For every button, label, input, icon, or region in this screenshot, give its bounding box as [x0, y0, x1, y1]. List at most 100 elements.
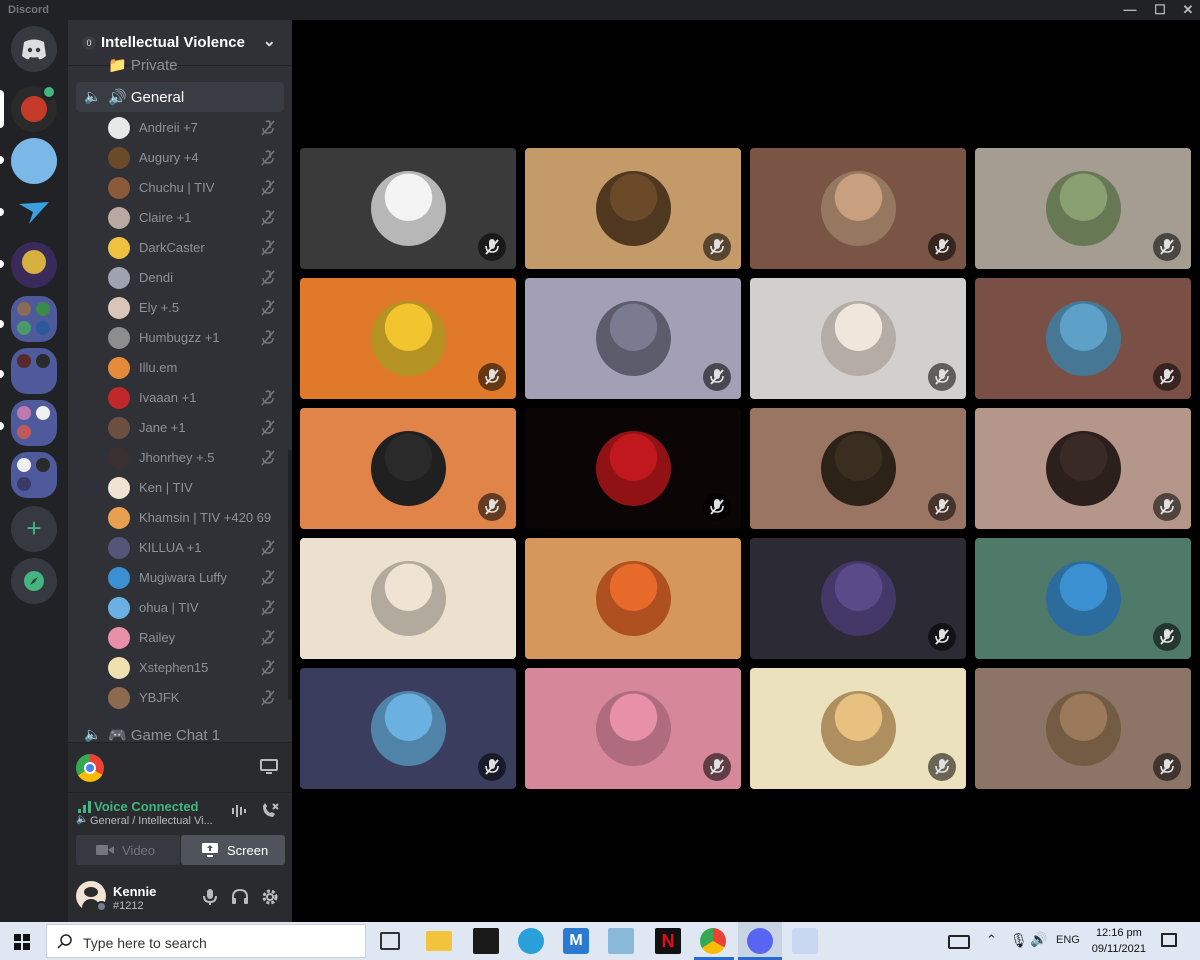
voice-user[interactable]: Xstephen15 — [108, 653, 284, 683]
taskbar-search[interactable]: Type here to search — [46, 924, 366, 958]
server-folder-2[interactable] — [11, 348, 57, 394]
voice-user[interactable]: Claire +1 — [108, 203, 284, 233]
voice-status[interactable]: Voice Connected — [94, 799, 199, 814]
participant-tile[interactable] — [525, 408, 741, 529]
video-button[interactable]: Video — [76, 835, 180, 865]
participant-tile[interactable] — [975, 408, 1191, 529]
voice-user[interactable]: Khamsin | TIV +420 69 — [108, 503, 284, 533]
participant-tile[interactable] — [525, 278, 741, 399]
channel-private[interactable]: 📁 Private — [76, 56, 284, 74]
participant-tile[interactable] — [300, 278, 516, 399]
participant-tile[interactable] — [525, 668, 741, 789]
participant-tile[interactable] — [975, 148, 1191, 269]
participant-tile[interactable] — [975, 668, 1191, 789]
voice-user[interactable]: ohua | TIV — [108, 593, 284, 623]
battery-icon[interactable] — [948, 935, 970, 949]
discord-taskbar-icon[interactable] — [747, 928, 773, 954]
headphones-icon[interactable] — [231, 888, 249, 906]
chrome-icon[interactable] — [700, 928, 726, 954]
app-icon[interactable] — [608, 928, 634, 954]
voice-user[interactable]: Humbugzz +1 — [108, 323, 284, 353]
voice-user[interactable]: YBJFK — [108, 683, 284, 713]
participant-tile[interactable] — [975, 538, 1191, 659]
voice-user[interactable]: Ken | TIV — [108, 473, 284, 503]
participant-tile[interactable] — [750, 408, 966, 529]
chevron-up-icon[interactable]: ⌃ — [986, 932, 997, 948]
notification-icon[interactable] — [1161, 933, 1177, 947]
voice-user[interactable]: KILLUA +1 — [108, 533, 284, 563]
gear-icon[interactable] — [261, 888, 279, 906]
voice-user[interactable]: Ivaaan +1 — [108, 383, 284, 413]
language-indicator[interactable]: ENG — [1056, 934, 1080, 946]
participant-tile[interactable] — [525, 148, 741, 269]
disconnect-icon[interactable] — [260, 802, 280, 820]
voice-location[interactable]: General / Intellectual Vi... — [90, 815, 213, 827]
participant-tile[interactable] — [300, 538, 516, 659]
muted-icon — [703, 233, 731, 261]
server-3[interactable] — [11, 190, 57, 236]
voice-user[interactable]: Ely +.5 — [108, 293, 284, 323]
voice-user[interactable]: Andreii +7 — [108, 113, 284, 143]
paint-icon[interactable] — [792, 928, 818, 954]
muted-icon — [260, 600, 276, 616]
microphone-icon[interactable] — [203, 888, 217, 906]
muted-icon — [478, 233, 506, 261]
voice-user[interactable]: Railey — [108, 623, 284, 653]
server-intellectual-violence[interactable] — [11, 84, 57, 132]
server-global[interactable] — [11, 242, 57, 288]
server-folder-4[interactable] — [11, 452, 57, 498]
avatar — [1046, 301, 1121, 376]
channel-sidebar: 0 Intellectual Violence ⌄ 📁 Private 🔈 🔊 … — [68, 20, 292, 922]
participant-tile[interactable] — [300, 668, 516, 789]
voice-user[interactable]: Mugiwara Luffy — [108, 563, 284, 593]
server-folder-3[interactable] — [11, 400, 57, 446]
participant-tile[interactable] — [300, 408, 516, 529]
explore-servers-button[interactable] — [11, 558, 57, 604]
store-app-icon[interactable] — [473, 928, 499, 954]
muted-icon — [260, 120, 276, 136]
volume-icon[interactable]: 🔊 — [1030, 931, 1047, 948]
voice-user[interactable]: Augury +4 — [108, 143, 284, 173]
server-2[interactable] — [11, 138, 57, 184]
add-server-button[interactable]: + — [11, 506, 57, 552]
voice-user[interactable]: Illu.em — [108, 353, 284, 383]
file-explorer-icon[interactable] — [426, 931, 452, 951]
avatar — [108, 597, 130, 619]
voice-user[interactable]: Jane +1 — [108, 413, 284, 443]
clock-time: 12:16 pm — [1095, 927, 1142, 939]
muted-icon — [260, 690, 276, 706]
channel-general[interactable]: 🔈 🔊 General — [76, 82, 284, 112]
chevron-down-icon[interactable]: ⌄ — [263, 31, 276, 51]
participant-tile[interactable] — [750, 278, 966, 399]
participant-tile[interactable] — [750, 538, 966, 659]
screen-button[interactable]: Screen — [181, 835, 285, 865]
participant-tile[interactable] — [750, 668, 966, 789]
speaker-icon: 🔈 — [76, 814, 89, 825]
avatar[interactable] — [76, 881, 107, 912]
task-view-icon[interactable] — [380, 932, 400, 950]
server-folder-1[interactable] — [11, 296, 57, 342]
microphone-tray-icon[interactable]: 🎙 — [1010, 932, 1028, 949]
clock[interactable]: 12:16 pm 09/11/2021 — [1092, 925, 1146, 957]
m-app-icon[interactable]: M — [563, 928, 589, 954]
voice-user[interactable]: Jhonrhey +.5 — [108, 443, 284, 473]
discord-home-button[interactable] — [11, 26, 57, 72]
telegram-icon[interactable] — [518, 928, 544, 954]
participant-tile[interactable] — [525, 538, 741, 659]
participant-tile[interactable] — [750, 148, 966, 269]
maximize-button[interactable]: ☐ — [1150, 2, 1170, 18]
windows-start-icon[interactable] — [14, 934, 30, 950]
voice-user[interactable]: Chuchu | TIV — [108, 173, 284, 203]
chrome-icon — [76, 754, 104, 782]
voice-user[interactable]: Dendi — [108, 263, 284, 293]
participant-tile[interactable] — [975, 278, 1191, 399]
noise-suppression-icon[interactable] — [230, 803, 248, 819]
screen-share-icon[interactable] — [260, 759, 278, 775]
participant-tile[interactable] — [300, 148, 516, 269]
voice-user[interactable]: DarkCaster — [108, 233, 284, 263]
close-window-button[interactable]: ✕ — [1178, 2, 1198, 18]
avatar — [371, 431, 446, 506]
netflix-icon[interactable]: N — [655, 928, 681, 954]
minimize-button[interactable]: — — [1120, 2, 1140, 18]
server-logo-icon — [19, 202, 49, 224]
